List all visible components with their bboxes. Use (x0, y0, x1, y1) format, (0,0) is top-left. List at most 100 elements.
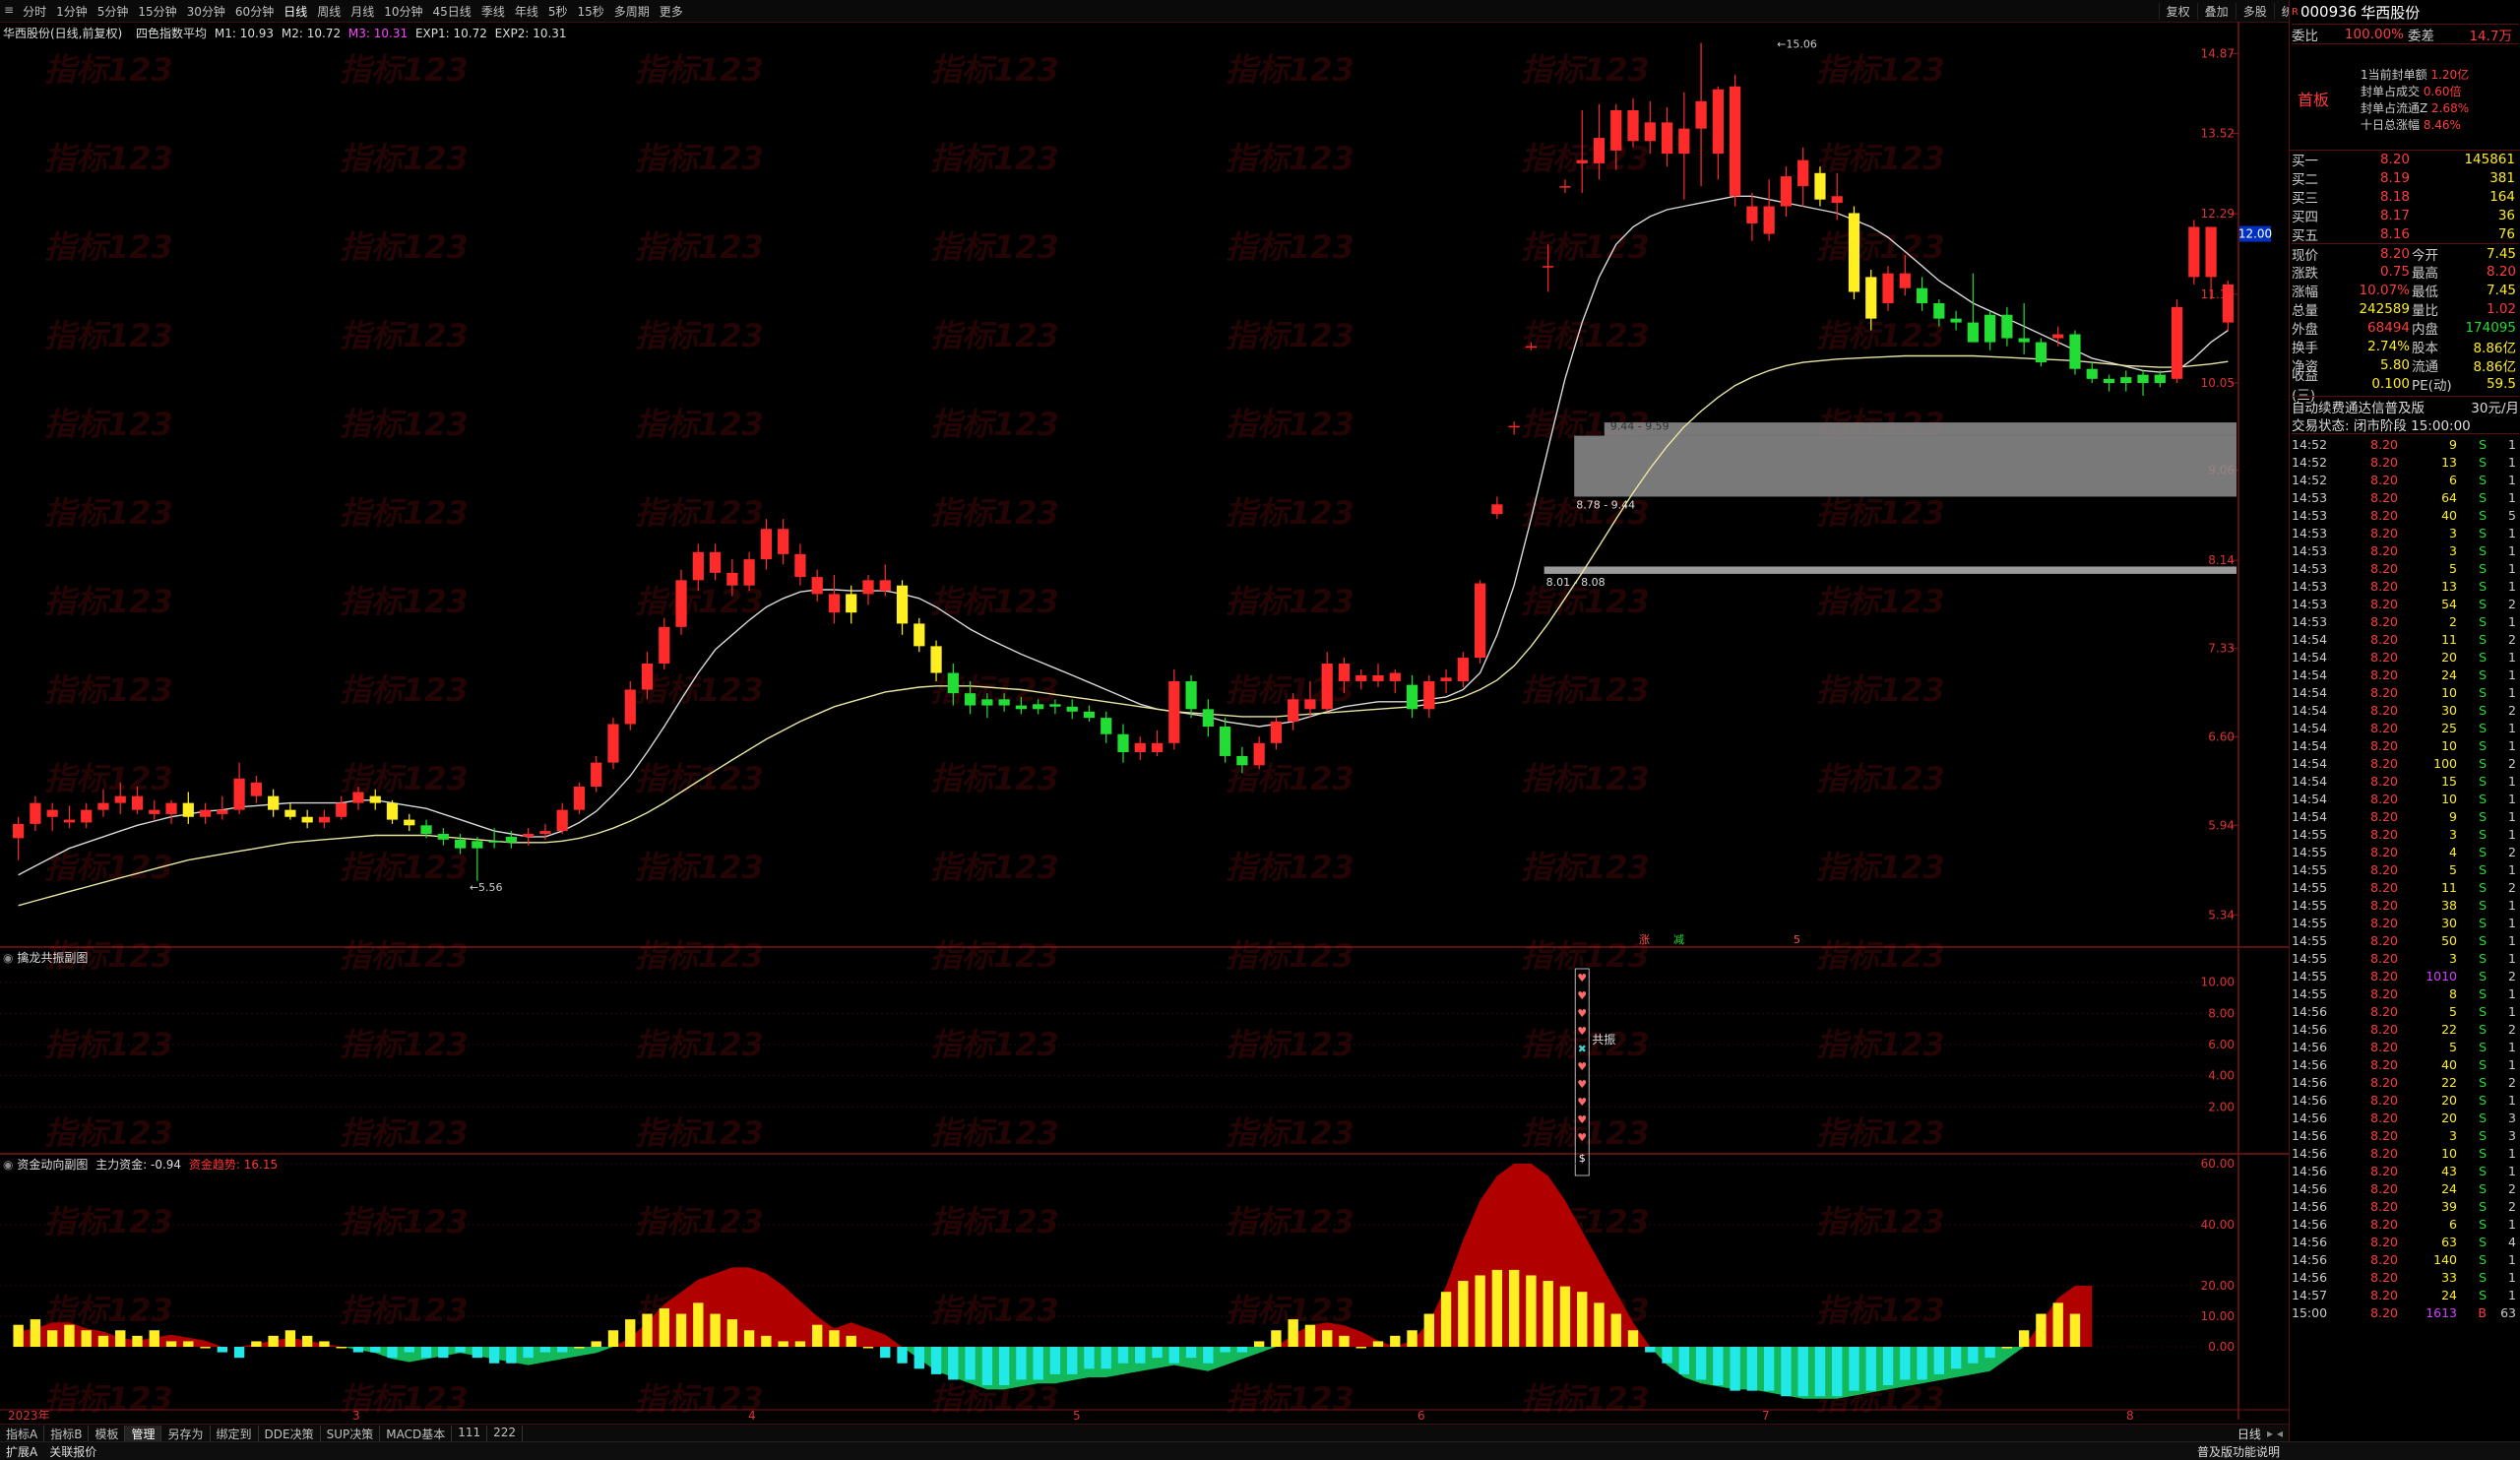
candle-body (1440, 677, 1452, 681)
indicator-tab[interactable]: SUP决策 (321, 1425, 381, 1442)
candle-body (1525, 346, 1538, 349)
indicator-name[interactable]: 四色指数平均 (136, 27, 207, 40)
y-tick-label: 60.00 (2201, 1157, 2235, 1171)
period-tab[interactable]: 周线 (312, 3, 346, 20)
status-left2[interactable]: 关联报价 (43, 1443, 102, 1460)
period-tab[interactable]: 10分钟 (379, 3, 427, 20)
toolbar-button[interactable]: 多股 (2235, 2, 2274, 20)
tick-price: 8.20 (2370, 1180, 2398, 1196)
watermark-logo: 指标123 (1521, 228, 1650, 266)
indicator-tab[interactable]: 另存为 (161, 1425, 211, 1442)
subchart2-dot-icon[interactable]: ◉ (3, 1158, 13, 1172)
kline-chart[interactable]: 指标123 指标123 指标123 指标123 指标123 指标123 指标123 指标123… (0, 22, 2289, 1420)
indicator-tab[interactable]: 管理 (125, 1425, 162, 1442)
bid-row[interactable]: 买五 8.16 76 (2292, 224, 2519, 244)
watermark-logo: 指标123 (1226, 583, 1354, 620)
indicator-tab[interactable]: 指标A (0, 1425, 45, 1442)
bid-row[interactable]: 买一 8.20 145861 (2292, 150, 2519, 169)
chart-area[interactable]: 指标123 指标123 指标123 指标123 指标123 指标123 指标123 指标123… (0, 22, 2289, 1420)
tick-row: 14:54 8.20 10 S 1 (2292, 790, 2519, 807)
signal-icon: ♥ (1577, 1060, 1587, 1073)
watermark-logo: 指标123 (635, 140, 764, 177)
period-tab[interactable]: 30分钟 (182, 3, 230, 20)
tick-row: 14:55 8.20 3 S 1 (2292, 825, 2519, 843)
period-tab[interactable]: 60分钟 (230, 3, 279, 20)
period-tab[interactable]: 月线 (346, 3, 379, 20)
period-tab[interactable]: 年线 (510, 3, 543, 20)
fund-bar (1033, 1347, 1043, 1380)
indicator-tab[interactable]: 指标B (44, 1425, 90, 1442)
period-tab[interactable]: 季线 (476, 3, 510, 20)
tick-volume: 39 (2441, 1198, 2457, 1214)
seal-info-text: 十日总涨幅 8.46% (2361, 118, 2461, 132)
period-tab[interactable]: 5分钟 (93, 3, 134, 20)
bottom-period-label[interactable]: 日线 (2237, 1426, 2261, 1442)
watermark-logo: 指标123 (1226, 849, 1354, 886)
period-tab[interactable]: 45日线 (428, 3, 476, 20)
auto-renew-price[interactable]: 30元/月 (2471, 397, 2519, 416)
subchart2-title[interactable]: 资金动向副图 (17, 1158, 88, 1172)
quote-value: 8.20 (2486, 263, 2516, 280)
menu-icon[interactable]: ≡ (0, 3, 18, 20)
tick-time: 14:55 (2292, 968, 2328, 984)
subchart1-title[interactable]: 擒龙共振副图 (17, 951, 88, 965)
indicator-tab[interactable]: MACD基本 (380, 1425, 453, 1442)
tick-side: S (2479, 507, 2487, 523)
bid-row[interactable]: 买四 8.17 36 (2292, 206, 2519, 225)
watermark-logo: 指标123 (340, 51, 469, 89)
period-tab[interactable]: 更多 (655, 3, 688, 20)
candle-body (556, 809, 568, 832)
tick-count: 1 (2508, 542, 2516, 558)
period-tab[interactable]: 日线 (279, 3, 312, 20)
candle-body (1491, 504, 1503, 515)
tick-volume: 6 (2449, 1216, 2457, 1232)
period-tab[interactable]: 1分钟 (51, 3, 93, 20)
period-tab[interactable]: 分时 (18, 3, 51, 20)
indicator-tab[interactable]: 111 (452, 1425, 488, 1442)
tick-count: 1 (2508, 667, 2516, 682)
status-right[interactable]: 普及版功能说明 (2197, 1443, 2280, 1460)
period-tab[interactable]: 5秒 (543, 3, 573, 20)
signal-icon: ♥ (1577, 1007, 1587, 1020)
candle-body (523, 834, 535, 837)
quote-label: 股本 (2412, 340, 2438, 356)
tick-price: 8.20 (2370, 596, 2398, 611)
candle-body (539, 831, 551, 835)
bid-label: 买四 (2292, 209, 2318, 225)
period-tab[interactable]: 15分钟 (133, 3, 181, 20)
period-tab[interactable]: 15秒 (572, 3, 608, 20)
candle-body (573, 786, 586, 810)
candle-body (2171, 306, 2183, 379)
candle-body (386, 802, 399, 820)
fund-bar (2052, 1302, 2063, 1347)
fund-bar (1662, 1347, 1672, 1364)
tick-count: 1 (2508, 1145, 2516, 1161)
quote-row: 涨幅 10.07% 最低 7.45 (2292, 281, 2519, 300)
indicator-tab[interactable]: DDE决策 (259, 1425, 321, 1442)
fund-bar (1627, 1330, 1639, 1347)
fund-bar (778, 1341, 788, 1347)
status-left[interactable]: 扩展A (0, 1443, 43, 1460)
toolbar-button[interactable]: 叠加 (2196, 2, 2236, 20)
bid-row[interactable]: 买二 8.19 381 (2292, 168, 2519, 188)
indicator-tab[interactable]: 模板 (89, 1425, 126, 1442)
bid-row[interactable]: 买三 8.18 164 (2292, 187, 2519, 207)
tick-count: 1 (2508, 1216, 2516, 1232)
candle-body (1389, 672, 1401, 681)
fund-bar (1372, 1341, 1384, 1347)
watermark-logo: 指标123 (340, 228, 469, 266)
subchart1-dot-icon[interactable]: ◉ (3, 951, 13, 965)
indicator-tab[interactable]: 222 (487, 1425, 524, 1442)
tick-side: S (2479, 596, 2487, 611)
toolbar-button[interactable]: 复权 (2158, 2, 2197, 20)
scroll-right-icon[interactable]: ▸ (2267, 1427, 2273, 1440)
watermark-logo: 指标123 (340, 406, 469, 443)
candle-body (1797, 159, 1809, 187)
scroll-left-icon[interactable]: ◂ (2277, 1427, 2283, 1440)
period-tab[interactable]: 多周期 (609, 3, 655, 20)
fund-bar (1849, 1347, 1859, 1391)
indicator-tab[interactable]: 绑定到 (211, 1425, 259, 1442)
auto-renew-text[interactable]: 自动续费通达信普及版 (2292, 397, 2425, 416)
auto-renew-row[interactable]: 自动续费通达信普及版 30元/月 (2292, 396, 2519, 416)
tick-row: 14:54 8.20 15 S 1 (2292, 772, 2519, 790)
